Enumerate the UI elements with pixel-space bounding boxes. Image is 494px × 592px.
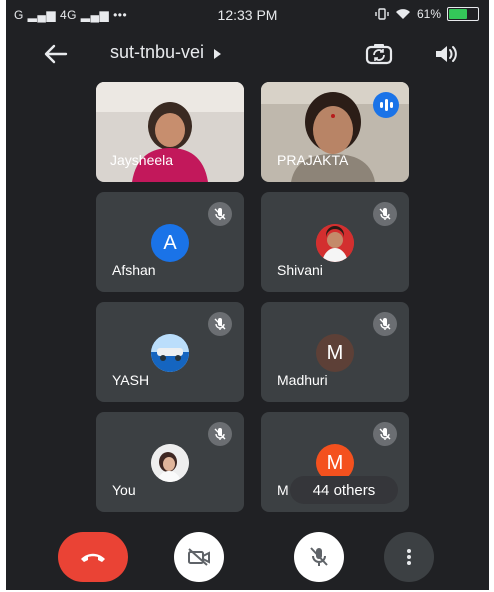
participant-tile-afshan[interactable]: A Afshan (96, 192, 244, 292)
arrow-left-icon[interactable] (42, 42, 70, 66)
participant-name: Madhuri (277, 372, 328, 388)
avatar (316, 224, 354, 262)
mic-toggle-button[interactable] (294, 532, 344, 582)
mic-off-icon (208, 202, 232, 226)
participant-tile-jaysheela[interactable]: Jaysheela (96, 82, 244, 182)
meeting-code: sut-tnbu-vei (110, 42, 205, 62)
mic-off-icon (208, 312, 232, 336)
participant-name: M (277, 482, 289, 498)
participant-name: Shivani (277, 262, 323, 278)
participant-tile-madhuri[interactable]: M Madhuri (261, 302, 409, 402)
mic-off-icon (373, 202, 397, 226)
camera-toggle-button[interactable] (174, 532, 224, 582)
participant-name: Jaysheela (110, 152, 174, 168)
end-call-button[interactable] (58, 532, 128, 582)
others-count-button[interactable]: 44 others (290, 476, 398, 504)
more-vertical-icon (407, 549, 411, 565)
avatar: M (316, 334, 354, 372)
meeting-details-button[interactable]: sut-tnbu-vei (110, 42, 222, 63)
camera-flip-icon[interactable] (364, 42, 394, 66)
participant-name: YASH (112, 372, 150, 388)
vibrate-icon (375, 8, 389, 20)
avatar (151, 444, 189, 482)
speaker-icon[interactable] (432, 42, 460, 66)
phone-end-icon (81, 553, 105, 562)
speaking-indicator-icon (373, 92, 399, 118)
more-options-button[interactable] (384, 532, 434, 582)
participant-tile-you[interactable]: You (96, 412, 244, 512)
wifi-icon (395, 9, 410, 19)
mic-off-icon (373, 422, 397, 446)
participant-tile-yash[interactable]: YASH (96, 302, 244, 402)
participant-tile-shivani[interactable]: Shivani (261, 192, 409, 292)
participant-tile-prajakta[interactable]: PRAJAKTA (261, 82, 409, 182)
participant-name: You (112, 482, 136, 498)
participant-name: Afshan (112, 262, 156, 278)
chevron-right-icon (214, 48, 222, 59)
meeting-header: sut-tnbu-vei (6, 32, 489, 76)
status-right: 61% (375, 7, 479, 21)
participant-name: PRAJAKTA (277, 152, 349, 168)
mic-off-icon (310, 547, 328, 566)
mic-off-icon (208, 422, 232, 446)
camera-off-icon (188, 548, 210, 566)
avatar (151, 334, 189, 372)
avatar: A (151, 224, 189, 262)
mic-off-icon (373, 312, 397, 336)
status-bar: G ▂▄▆ 4G ▂▄▆ ••• 12:33 PM 61% (6, 0, 489, 28)
battery-icon (447, 7, 479, 21)
battery-percent: 61% (416, 7, 441, 21)
meet-screen: G ▂▄▆ 4G ▂▄▆ ••• 12:33 PM 61% sut-tnbu-v… (6, 0, 489, 590)
